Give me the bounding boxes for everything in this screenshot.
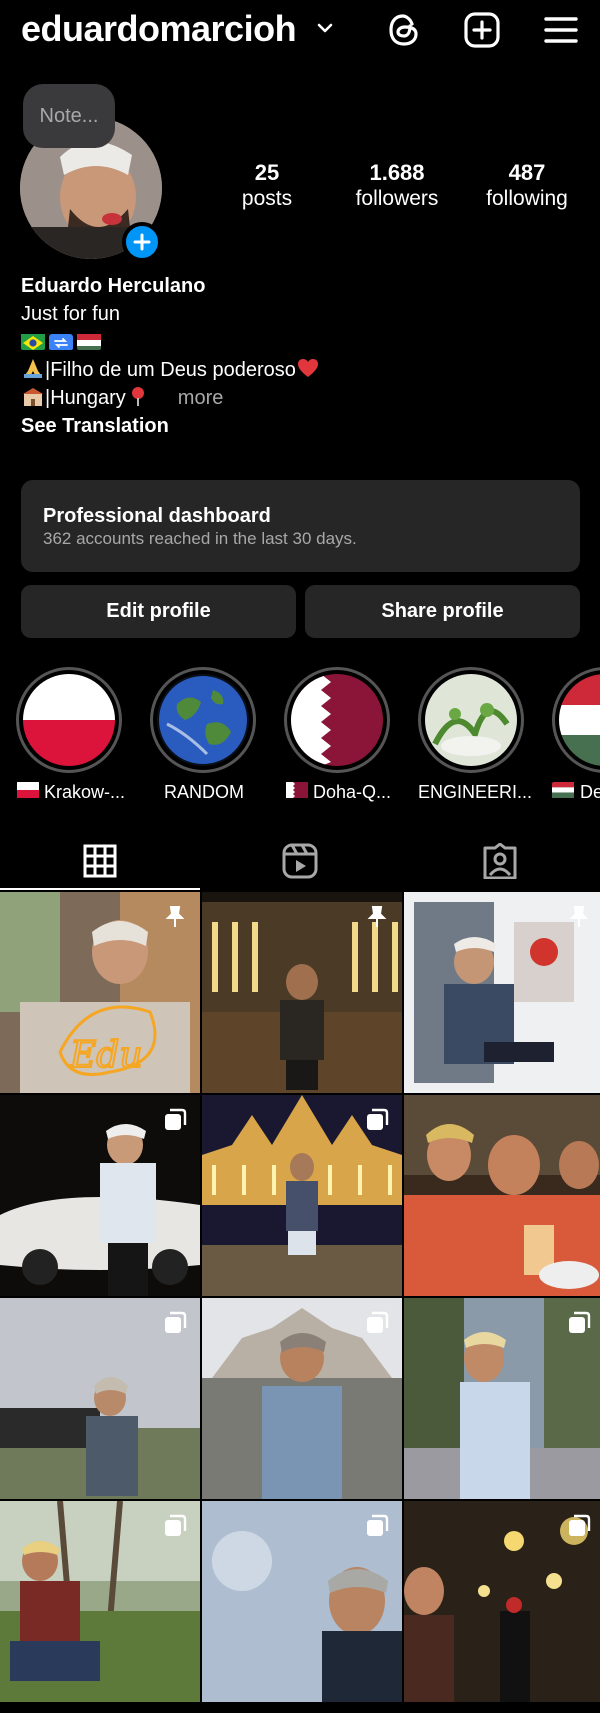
tab-tagged[interactable] bbox=[400, 832, 600, 890]
see-translation-link[interactable]: See Translation bbox=[21, 412, 581, 440]
dashboard-subtitle: 362 accounts reached in the last 30 days… bbox=[43, 529, 357, 548]
multiple-posts-icon bbox=[569, 1514, 591, 1536]
followers-count: 1.688 bbox=[369, 160, 425, 185]
threads-icon[interactable] bbox=[384, 10, 424, 50]
highlight-krakow[interactable]: Krakow-... bbox=[16, 667, 126, 803]
plus-icon bbox=[133, 233, 151, 251]
highlight-engineering[interactable]: ENGINEERI... bbox=[418, 667, 533, 803]
highlight-label: RANDOM bbox=[164, 782, 244, 802]
multiple-posts-icon bbox=[367, 1514, 389, 1536]
svg-text:Edu: Edu bbox=[69, 1035, 143, 1076]
post-thumbnail[interactable] bbox=[404, 1298, 600, 1499]
multiple-posts-icon bbox=[367, 1311, 389, 1333]
multiple-posts-icon bbox=[165, 1514, 187, 1536]
profile-tabs bbox=[0, 832, 600, 892]
following-label: following bbox=[486, 187, 568, 210]
display-name: Eduardo Herculano bbox=[21, 275, 206, 297]
multiple-posts-icon bbox=[165, 1311, 187, 1333]
bio-line: Just for fun bbox=[21, 303, 120, 325]
highlight-label: Doha-Q... bbox=[312, 782, 392, 802]
bio-flags-line bbox=[21, 328, 581, 356]
bio-line-faith: |Filho de um Deus poderoso bbox=[21, 356, 581, 384]
pin-icon bbox=[131, 387, 144, 406]
pin-icon bbox=[367, 906, 387, 927]
highlight-label: Krakow-... bbox=[44, 782, 126, 802]
hungary-flag-icon bbox=[552, 782, 576, 800]
school-building-icon bbox=[23, 388, 43, 406]
grid-icon bbox=[83, 844, 117, 878]
tab-reels[interactable] bbox=[200, 832, 400, 890]
stat-following[interactable]: 487 following bbox=[462, 160, 592, 212]
post-thumbnail[interactable] bbox=[404, 892, 600, 1093]
highlight-label: ENGINEERI... bbox=[418, 782, 533, 802]
tab-grid[interactable] bbox=[0, 832, 200, 890]
post-thumbnail[interactable]: Edu bbox=[0, 892, 200, 1093]
stat-followers[interactable]: 1.688 followers bbox=[332, 160, 462, 212]
post-thumbnail[interactable] bbox=[404, 1501, 600, 1702]
reels-icon bbox=[282, 843, 318, 879]
tagged-icon bbox=[483, 843, 517, 879]
highlight-label: De bbox=[580, 782, 600, 802]
chevron-down-icon[interactable] bbox=[315, 18, 335, 38]
create-post-icon[interactable] bbox=[462, 10, 502, 50]
bio-faith-text: |Filho de um Deus poderoso bbox=[45, 359, 296, 381]
post-thumbnail[interactable] bbox=[404, 1095, 600, 1296]
dashboard-title: Professional dashboard bbox=[43, 505, 271, 527]
bio: Eduardo Herculano Just for fun |Filho de… bbox=[21, 272, 581, 440]
menu-icon[interactable] bbox=[541, 10, 581, 50]
multiple-posts-icon bbox=[165, 1108, 187, 1130]
posts-label: posts bbox=[241, 187, 293, 210]
note-bubble[interactable]: Note... bbox=[23, 84, 115, 148]
post-thumbnail[interactable] bbox=[202, 1095, 402, 1296]
highlight-random[interactable]: RANDOM bbox=[150, 667, 258, 803]
profile-header: eduardomarcioh bbox=[0, 0, 600, 62]
hungary-flag-icon bbox=[77, 332, 101, 350]
brazil-flag-icon bbox=[21, 332, 45, 350]
repeat-icon bbox=[49, 332, 73, 350]
pin-icon bbox=[569, 906, 589, 927]
highlight-de[interactable]: De bbox=[552, 667, 600, 803]
following-count: 487 bbox=[508, 160, 546, 185]
highlight-doha[interactable]: Doha-Q... bbox=[284, 667, 392, 803]
more-link[interactable]: more bbox=[178, 387, 224, 409]
followers-label: followers bbox=[355, 187, 439, 210]
post-thumbnail[interactable] bbox=[202, 1298, 402, 1499]
bio-location-text: |Hungary bbox=[45, 387, 126, 409]
active-tab-indicator bbox=[0, 888, 200, 890]
post-thumbnail[interactable] bbox=[0, 1095, 200, 1296]
post-thumbnail[interactable] bbox=[0, 1501, 200, 1702]
qatar-flag-icon bbox=[285, 782, 309, 800]
share-profile-button[interactable]: Share profile bbox=[305, 585, 580, 638]
post-thumbnail[interactable] bbox=[202, 1501, 402, 1702]
post-thumbnail[interactable] bbox=[0, 1298, 200, 1499]
add-story-button[interactable] bbox=[122, 222, 162, 262]
multiple-posts-icon bbox=[569, 1311, 591, 1333]
poland-flag-icon bbox=[16, 782, 40, 800]
bio-line-location: |Hungary more bbox=[21, 384, 581, 412]
stat-posts[interactable]: 25 posts bbox=[202, 160, 332, 212]
red-heart-icon bbox=[297, 359, 318, 377]
pin-icon bbox=[165, 906, 185, 927]
username-switcher[interactable]: eduardomarcioh bbox=[21, 8, 297, 50]
post-thumbnail[interactable] bbox=[202, 892, 402, 1093]
edit-profile-button[interactable]: Edit profile bbox=[21, 585, 296, 638]
praying-hands-icon bbox=[24, 359, 42, 378]
multiple-posts-icon bbox=[367, 1108, 389, 1130]
posts-count: 25 bbox=[254, 160, 280, 185]
professional-dashboard[interactable]: Professional dashboard 362 accounts reac… bbox=[21, 480, 580, 572]
